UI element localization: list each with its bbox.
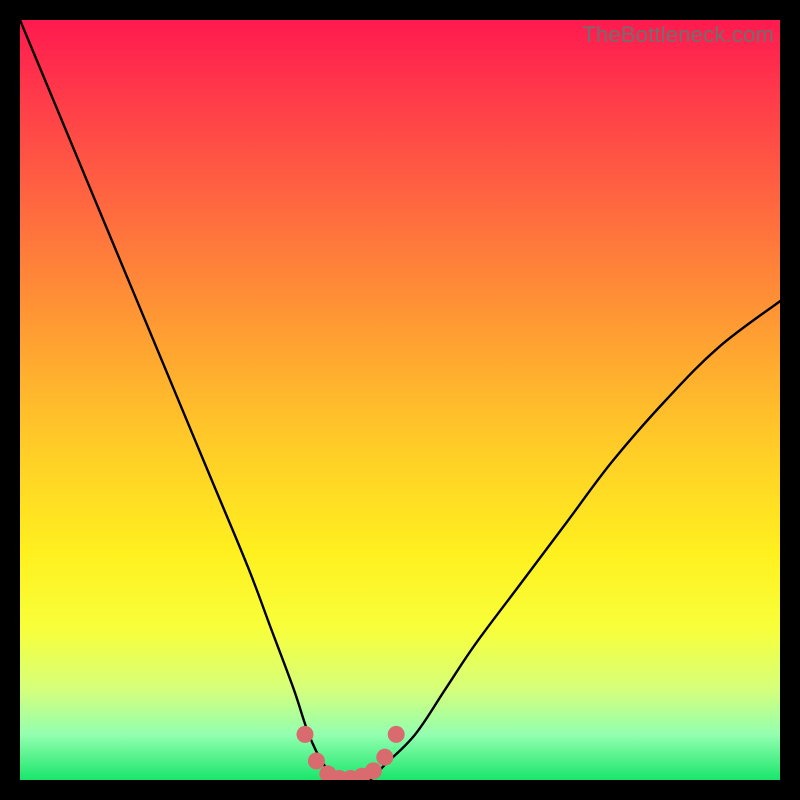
valley-marker [388, 726, 405, 743]
chart-frame: TheBottleneck.com [20, 20, 780, 780]
bottleneck-chart [20, 20, 780, 780]
valley-marker [308, 753, 325, 770]
valley-marker [376, 749, 393, 766]
valley-marker [365, 762, 382, 779]
valley-marker [297, 726, 314, 743]
